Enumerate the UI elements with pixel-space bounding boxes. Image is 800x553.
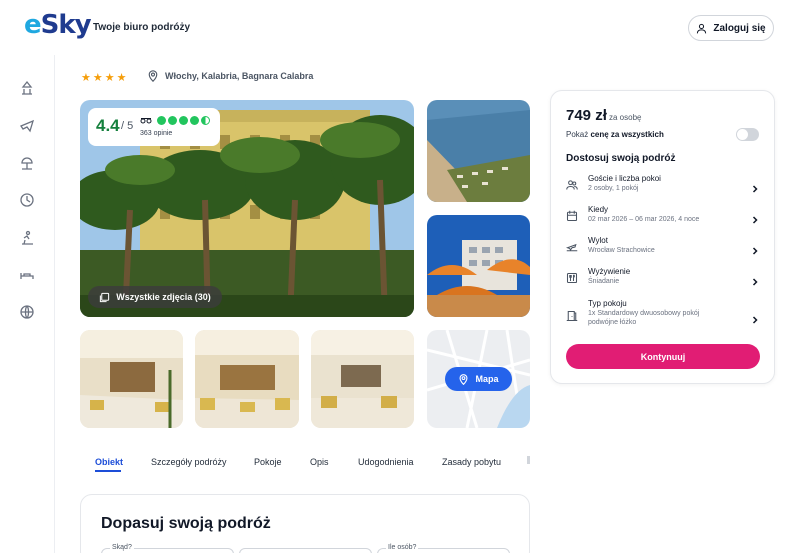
rating-score: 4.4 bbox=[96, 116, 120, 135]
rating-dot bbox=[157, 116, 166, 125]
row-title: Wylot bbox=[588, 236, 608, 245]
toggle-prefix: Pokaż bbox=[566, 130, 589, 139]
all-photos-label: Wszystkie zdjęcia (30) bbox=[116, 292, 211, 302]
total-price-toggle-label: Pokaż cenę za wszystkich bbox=[566, 130, 664, 139]
lobby-photo-2[interactable] bbox=[195, 330, 299, 428]
hotel-location: Włochy, Kalabria, Bagnara Calabra bbox=[147, 70, 313, 82]
lobby-photo-3[interactable] bbox=[311, 330, 414, 428]
date-field[interactable] bbox=[239, 548, 372, 553]
meal-row[interactable]: Wyżywienie Śniadanie bbox=[566, 267, 762, 293]
rating-dot bbox=[190, 116, 199, 125]
guests-label: Ile osób? bbox=[386, 544, 419, 551]
row-sub: 2 osoby, 1 pokój bbox=[588, 185, 639, 192]
tab-opis[interactable]: Opis bbox=[310, 457, 329, 467]
fit-trip-card: Dopasuj swoją podróż Skąd? Ile osób? bbox=[80, 494, 530, 553]
tripadvisor-icon bbox=[140, 118, 152, 124]
row-sub: 1x Standardowy dwuosobowy pokój bbox=[588, 310, 700, 317]
chevron-right-icon bbox=[751, 273, 759, 286]
esky-logo[interactable]: eSky bbox=[24, 10, 92, 40]
continue-button[interactable]: Kontynuuj bbox=[566, 344, 760, 369]
row-title: Typ pokoju bbox=[588, 299, 627, 308]
row-title: Kiedy bbox=[588, 205, 609, 214]
left-rail bbox=[0, 55, 55, 553]
active-tab-indicator bbox=[95, 470, 121, 472]
row-sub: Śniadanie bbox=[588, 278, 620, 285]
toggle-knob bbox=[737, 129, 748, 140]
row-title: Goście i liczba pokoi bbox=[588, 174, 661, 183]
chevron-right-icon bbox=[751, 311, 759, 324]
location-text: Włochy, Kalabria, Bagnara Calabra bbox=[165, 71, 314, 81]
fit-trip-title: Dopasuj swoją podróż bbox=[101, 515, 271, 532]
map-label: Mapa bbox=[475, 374, 499, 384]
all-photos-button[interactable]: Wszystkie zdjęcia (30) bbox=[88, 286, 222, 308]
departure-icon bbox=[565, 240, 578, 252]
meal-icon bbox=[566, 271, 578, 284]
gallery-icon bbox=[100, 292, 110, 302]
beach-icon[interactable] bbox=[19, 155, 35, 171]
rating-dot bbox=[179, 116, 188, 125]
guests-icon bbox=[566, 178, 578, 190]
row-title: Wyżywienie bbox=[588, 267, 631, 276]
beach-photo[interactable] bbox=[427, 100, 530, 202]
calendar-icon bbox=[566, 209, 578, 222]
chevron-right-icon bbox=[751, 180, 759, 193]
tab-udogodnienia[interactable]: Udogodnienia bbox=[358, 457, 414, 467]
map-button[interactable]: Mapa bbox=[445, 367, 512, 391]
rating-dot bbox=[168, 116, 177, 125]
price: 749 zł bbox=[566, 107, 607, 124]
departure-row[interactable]: Wylot Wrocław Strachowice bbox=[565, 236, 762, 262]
room-icon bbox=[566, 309, 578, 322]
tabs-overflow-indicator bbox=[527, 456, 530, 464]
chevron-right-icon bbox=[751, 211, 759, 224]
booking-panel: 749 zł za osobę Pokaż cenę za wszystkich… bbox=[550, 90, 775, 384]
tagline: Twoje biuro podróży bbox=[93, 22, 191, 33]
guests-field[interactable]: Ile osób? bbox=[377, 544, 510, 553]
row-sub: 02 mar 2026 – 06 mar 2026, 4 noce bbox=[588, 216, 700, 223]
customize-title: Dostosuj swoją podróż bbox=[566, 153, 676, 164]
toggle-bold: cenę za wszystkich bbox=[590, 130, 664, 139]
rating-dot-half bbox=[201, 116, 210, 125]
row-sub: Wrocław Strachowice bbox=[588, 247, 655, 254]
hotel-stars: ★★★★ bbox=[81, 72, 129, 84]
rating-card: 4.4 / 5 363 opinie bbox=[88, 108, 220, 146]
lobby-photo-1[interactable] bbox=[80, 330, 183, 428]
tab-zasady-pobytu[interactable]: Zasady pobytu bbox=[442, 457, 501, 467]
opinions-count: 363 opinie bbox=[140, 130, 173, 137]
ski-icon[interactable] bbox=[19, 230, 35, 246]
hotel-icon[interactable] bbox=[19, 80, 35, 96]
room-type-row[interactable]: Typ pokoju 1x Standardowy dwuosobowy pok… bbox=[566, 299, 762, 333]
terrace-photo[interactable] bbox=[427, 215, 530, 317]
total-price-toggle[interactable] bbox=[736, 128, 759, 141]
chevron-right-icon bbox=[751, 242, 759, 255]
tab-obiekt[interactable]: Obiekt bbox=[95, 457, 123, 467]
map-pin-icon bbox=[459, 373, 468, 385]
row-sub-line2: podwójne łóżko bbox=[588, 319, 637, 326]
tripadvisor-dots bbox=[157, 116, 210, 125]
from-field[interactable]: Skąd? bbox=[101, 544, 234, 553]
login-button[interactable]: Zaloguj się bbox=[688, 15, 774, 41]
location-pin-icon bbox=[148, 70, 158, 82]
from-label: Skąd? bbox=[110, 544, 134, 551]
user-icon bbox=[697, 23, 707, 33]
rating-scale: / 5 bbox=[121, 120, 134, 132]
guests-rooms-row[interactable]: Goście i liczba pokoi 2 osoby, 1 pokój bbox=[566, 174, 762, 200]
globe-icon[interactable] bbox=[19, 304, 35, 320]
tab-pokoje[interactable]: Pokoje bbox=[254, 457, 282, 467]
login-label: Zaloguj się bbox=[713, 22, 766, 34]
clock-icon[interactable] bbox=[19, 192, 35, 208]
dates-row[interactable]: Kiedy 02 mar 2026 – 06 mar 2026, 4 noce bbox=[566, 205, 762, 231]
price-note: za osobę bbox=[609, 113, 642, 122]
bed-icon[interactable] bbox=[19, 267, 35, 283]
tab-szczegoly-podrozy[interactable]: Szczegóły podróży bbox=[151, 457, 227, 467]
flight-icon[interactable] bbox=[19, 117, 35, 133]
